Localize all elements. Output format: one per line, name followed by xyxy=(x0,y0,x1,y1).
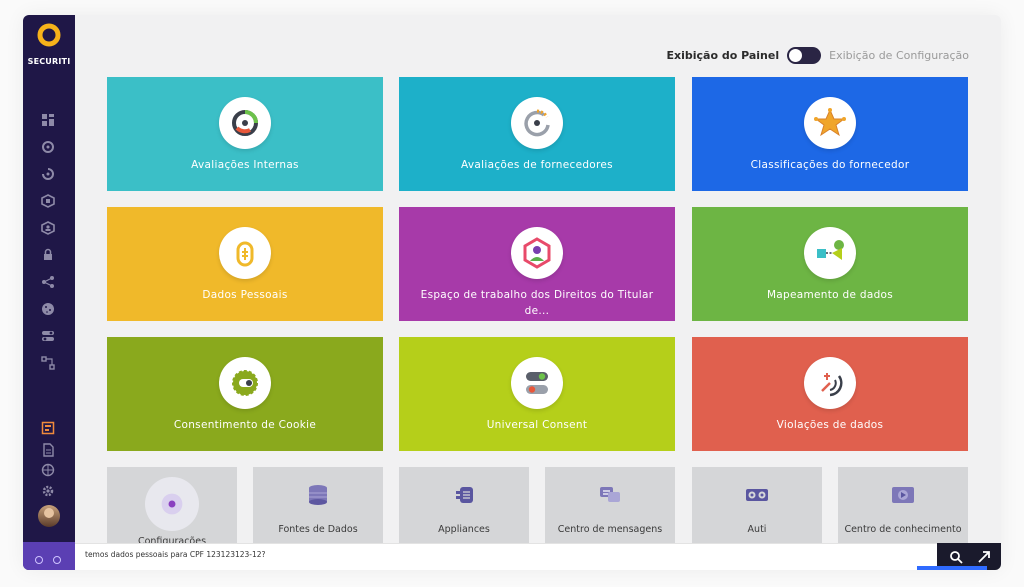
tile-icon-circle xyxy=(219,97,271,149)
brand-name: SECURITI xyxy=(27,57,71,66)
tile-label: Avaliações Internas xyxy=(191,159,299,171)
breach-radar-icon xyxy=(821,373,843,397)
vendor-assessment-icon[interactable] xyxy=(39,165,57,183)
small-tile-auti[interactable]: Auti xyxy=(692,467,822,547)
workflow-icon[interactable] xyxy=(39,354,57,372)
small-tile-settings[interactable]: Configurações xyxy=(107,467,237,547)
sidebar: SECURITI xyxy=(23,15,75,570)
app-window: SECURITI Exibição do Painel Exibição de … xyxy=(23,15,1001,570)
small-tile-appliances[interactable]: Appliances xyxy=(399,467,529,547)
tile-data-breaches[interactable]: Violações de dados xyxy=(692,337,968,451)
tile-vendor-ratings[interactable]: Classificações do fornecedor xyxy=(692,77,968,191)
small-tile-label: Fontes de Dados xyxy=(278,524,358,535)
small-tile-data-sources[interactable]: Fontes de Dados xyxy=(253,467,383,547)
assessment-icon[interactable] xyxy=(39,138,57,156)
tile-icon-circle xyxy=(804,357,856,409)
user-avatar[interactable] xyxy=(38,505,60,527)
chat-bar xyxy=(75,543,937,570)
robot-eyes-icon xyxy=(742,481,772,509)
document-icon[interactable] xyxy=(39,441,57,459)
assessment-gauge-icon xyxy=(232,110,258,136)
help-icon[interactable] xyxy=(35,556,43,564)
configuration-view-label[interactable]: Exibição de Configuração xyxy=(829,49,969,62)
cookie-toggle-icon xyxy=(232,370,258,396)
tile-label: Espaço de trabalho dos Direitos do Titul… xyxy=(420,289,654,317)
data-map-icon xyxy=(817,240,844,260)
tile-icon-circle xyxy=(219,227,271,279)
tile-icon-circle xyxy=(219,357,271,409)
dashboard-view-label[interactable]: Exibição do Painel xyxy=(666,49,779,62)
tile-icon-circle xyxy=(804,227,856,279)
tile-cookie-consent[interactable]: Consentimento de Cookie xyxy=(107,337,383,451)
tile-universal-consent[interactable]: Universal Consent xyxy=(399,337,675,451)
small-tile-label: Appliances xyxy=(438,524,490,535)
report-icon[interactable] xyxy=(39,419,57,437)
tile-personal-data[interactable]: Dados Pessoais xyxy=(107,207,383,321)
tile-data-mapping[interactable]: Mapeamento de dados xyxy=(692,207,968,321)
chat-messages-icon xyxy=(595,481,625,509)
appliance-stack-icon xyxy=(449,481,479,509)
database-icon xyxy=(303,481,333,509)
tile-label: Violações de dados xyxy=(776,419,884,431)
search-icon xyxy=(950,551,963,564)
star-badge-icon xyxy=(814,108,846,137)
view-toggle: Exibição do Painel Exibição de Configura… xyxy=(666,45,969,65)
tile-label: Classificações do fornecedor xyxy=(750,159,910,171)
brand-logo[interactable]: SECURITI xyxy=(23,23,75,66)
vendor-assessment-icon xyxy=(524,109,550,137)
lock-icon[interactable] xyxy=(39,246,57,264)
view-switch[interactable] xyxy=(787,46,822,64)
globe-icon[interactable] xyxy=(39,461,57,479)
tile-icon-circle xyxy=(511,97,563,149)
chat-active-indicator xyxy=(917,566,987,570)
sidebar-footer xyxy=(23,542,75,570)
tile-label: Avaliações de fornecedores xyxy=(461,159,613,171)
tile-label: Consentimento de Cookie xyxy=(173,419,317,431)
expand-button[interactable] xyxy=(975,548,993,566)
person-shield-icon[interactable] xyxy=(39,219,57,237)
hexagon-data-icon[interactable] xyxy=(39,192,57,210)
cookie-icon[interactable] xyxy=(39,300,57,318)
tile-label: Mapeamento de dados xyxy=(766,289,894,301)
small-tile-label: Centro de conhecimento xyxy=(844,524,962,535)
tile-icon-circle xyxy=(804,97,856,149)
share-graph-icon[interactable] xyxy=(39,273,57,291)
small-tile-knowledge-center[interactable]: Centro de conhecimento xyxy=(838,467,968,547)
tile-internal-assessments[interactable]: Avaliações Internas xyxy=(107,77,383,191)
tile-icon-circle xyxy=(511,227,563,279)
tile-icon-circle xyxy=(511,357,563,409)
flower-settings-icon xyxy=(145,477,199,531)
fingerprint-lock-icon xyxy=(236,241,254,267)
small-tile-label: Centro de mensagens xyxy=(557,524,663,535)
view-switch-knob xyxy=(789,48,803,62)
chat-bubble-icon[interactable] xyxy=(53,556,61,564)
chat-input[interactable] xyxy=(85,550,685,559)
small-tile-message-center[interactable]: Centro de mensagens xyxy=(545,467,675,547)
arrow-up-right-icon xyxy=(978,551,990,563)
tile-label: Dados Pessoais xyxy=(202,289,288,301)
securiti-logo-icon xyxy=(37,23,61,47)
dashboard-icon[interactable] xyxy=(39,111,57,129)
tile-dsr-workspace[interactable]: Espaço de trabalho dos Direitos do Titul… xyxy=(399,207,675,321)
settings-gear-icon[interactable] xyxy=(39,482,57,500)
person-hexagon-icon xyxy=(523,237,551,269)
consent-toggle-icon[interactable] xyxy=(39,327,57,345)
tile-label: Universal Consent xyxy=(486,419,588,431)
search-button[interactable] xyxy=(947,548,965,566)
video-play-icon xyxy=(888,481,918,509)
tile-vendor-assessments[interactable]: Avaliações de fornecedores xyxy=(399,77,675,191)
consent-switches-icon xyxy=(526,372,548,394)
small-tile-label: Auti xyxy=(747,524,767,535)
